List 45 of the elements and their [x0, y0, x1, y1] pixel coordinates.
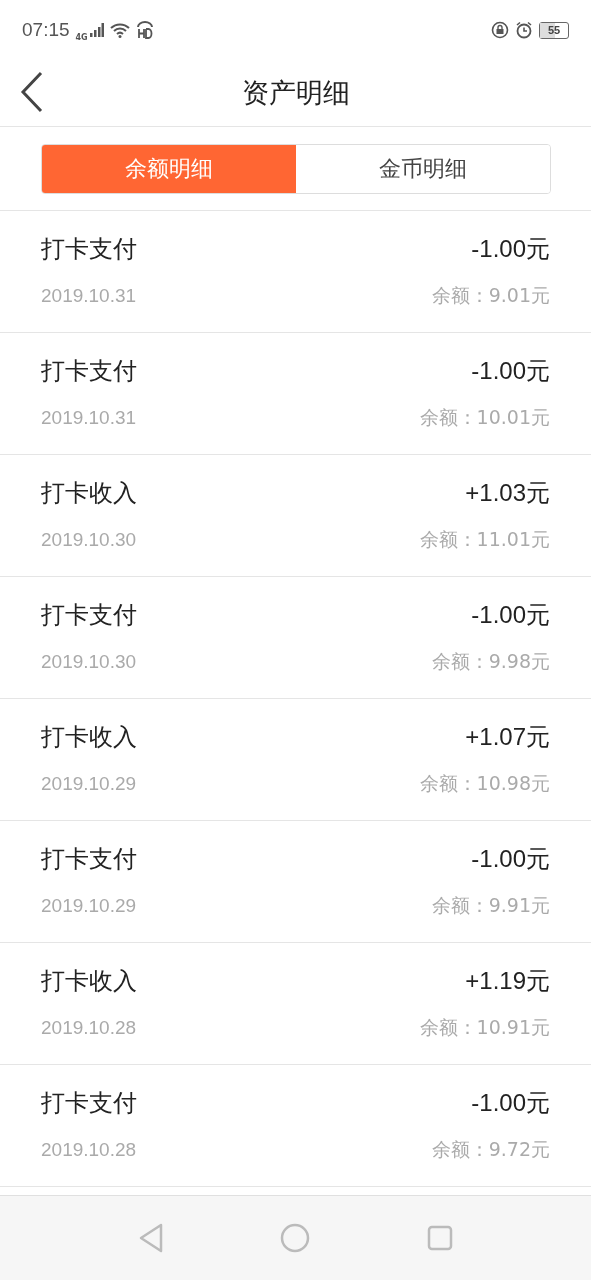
- record-balance: 余额：9.72元: [431, 1137, 550, 1162]
- record-balance: 余额：9.01元: [431, 283, 550, 308]
- wifi-icon: [109, 22, 130, 38]
- back-icon[interactable]: [20, 71, 44, 113]
- record-date: 2019.10.28: [41, 1017, 137, 1039]
- record-amount: -1.00元: [471, 1088, 550, 1118]
- record-title: 打卡收入: [41, 478, 137, 509]
- record-title: 打卡支付: [41, 600, 137, 631]
- record-amount: -1.00元: [471, 600, 550, 630]
- hd-call-icon: [135, 21, 154, 39]
- record-date: 2019.10.29: [41, 895, 137, 917]
- recents-nav-icon[interactable]: [426, 1225, 453, 1251]
- record-balance: 余额：11.01元: [419, 527, 550, 552]
- record-balance: 余额：10.91元: [419, 1015, 550, 1040]
- record-date: 2019.10.31: [41, 285, 137, 307]
- record-date: 2019.10.28: [41, 1139, 137, 1161]
- record-date: 2019.10.31: [41, 407, 137, 429]
- battery-level: 55: [547, 24, 561, 36]
- status-time: 07:15: [22, 19, 70, 41]
- record-title: 打卡支付: [41, 844, 137, 875]
- lock-rotation-icon: [491, 21, 509, 39]
- record-amount: -1.00元: [471, 234, 550, 264]
- back-nav-icon[interactable]: [138, 1223, 165, 1253]
- record-amount: +1.19元: [465, 966, 550, 996]
- record-amount: +1.07元: [465, 722, 550, 752]
- record-title: 打卡收入: [41, 722, 137, 753]
- record-amount: -1.00元: [471, 356, 550, 386]
- record-balance: 余额：10.01元: [419, 405, 550, 430]
- record-title: 打卡支付: [41, 234, 137, 265]
- record-date: 2019.10.30: [41, 529, 137, 551]
- record-title: 打卡支付: [41, 356, 137, 387]
- record-title: 打卡收入: [41, 966, 137, 997]
- record-balance: 余额：10.98元: [419, 771, 550, 796]
- record-title: 打卡支付: [41, 1088, 137, 1119]
- record-amount: -1.00元: [471, 844, 550, 874]
- home-nav-icon[interactable]: [280, 1223, 311, 1253]
- network-type: 4G: [75, 32, 88, 42]
- signal-icon: [89, 23, 104, 37]
- record-balance: 余额：9.98元: [431, 649, 550, 674]
- alarm-icon: [515, 21, 533, 39]
- page-title: 资产明细: [241, 76, 350, 110]
- record-date: 2019.10.30: [41, 651, 137, 673]
- record-amount: +1.03元: [465, 478, 550, 508]
- record-date: 2019.10.29: [41, 773, 137, 795]
- record-balance: 余额：9.91元: [431, 893, 550, 918]
